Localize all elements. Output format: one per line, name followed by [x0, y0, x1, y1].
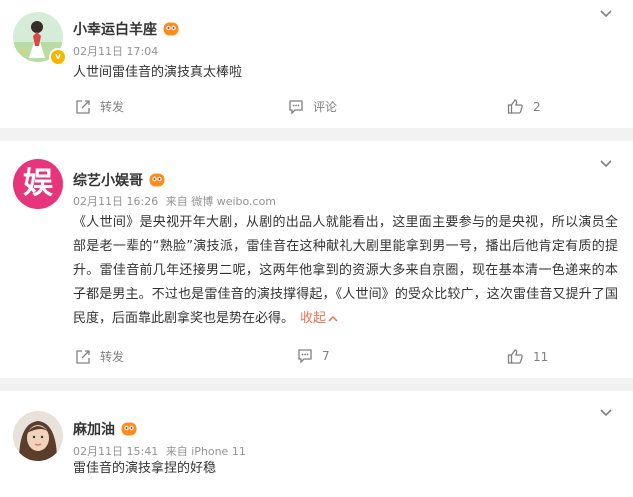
username-text[interactable]: 小幸运白羊座: [73, 19, 157, 39]
post-date: 02月11日 17:04: [73, 45, 159, 58]
comment-icon: [298, 349, 312, 364]
thumbs-up-icon: [507, 349, 523, 364]
avatar[interactable]: [13, 411, 63, 461]
forward-button[interactable]: 转发: [75, 348, 124, 365]
post-date: 02月11日 16:26: [73, 195, 159, 208]
forward-label: 转发: [100, 350, 125, 364]
forward-icon: [76, 99, 90, 114]
thumbs-up-icon: [507, 99, 523, 114]
comment-text: 《人世间》是央视开年大剧，从剧的出品人就能看出，这里面主要参与的是央视，所以演员…: [73, 211, 618, 331]
comment-count: 7: [322, 349, 330, 363]
avatar[interactable]: 娱: [13, 159, 63, 209]
comment-text: 人世间雷佳音的演技真太棒啦: [73, 65, 243, 80]
comment-card: v 小幸运白羊座 02月11日 17:04 人世间雷佳音的演技真太棒啦 转发 评…: [0, 0, 633, 128]
avatar-glyph: 娱: [23, 166, 53, 201]
chevron-down-icon[interactable]: [598, 156, 614, 172]
chevron-down-icon[interactable]: [598, 6, 614, 22]
comment-body: 《人世间》是央视开年大剧，从剧的出品人就能看出，这里面主要参与的是央视，所以演员…: [73, 215, 618, 326]
collapse-link[interactable]: 收起: [300, 311, 338, 326]
forward-icon: [76, 349, 90, 364]
comment-card: 麻加油 02月11日 15:41 来自 iPhone 11 雷佳音的演技拿捏的好…: [0, 391, 633, 497]
action-bar: 转发 7 11: [0, 348, 633, 370]
comment-text: 雷佳音的演技拿捏的好稳: [73, 461, 217, 476]
comment-button[interactable]: 7: [297, 348, 330, 364]
like-button[interactable]: 2: [507, 98, 541, 115]
like-button[interactable]: 11: [507, 348, 548, 365]
username-text[interactable]: 综艺小娱哥: [73, 170, 143, 190]
vip-badge-icon: [121, 422, 137, 436]
username[interactable]: 麻加油: [73, 419, 137, 439]
action-bar: 转发 评论 2: [0, 98, 633, 120]
comment-label: 评论: [313, 100, 338, 114]
vip-badge-icon: [163, 22, 179, 36]
username-text[interactable]: 麻加油: [73, 419, 115, 439]
comment-button[interactable]: 评论: [288, 98, 337, 115]
username[interactable]: 小幸运白羊座: [73, 19, 179, 39]
vip-badge-icon: [149, 173, 165, 187]
forward-label: 转发: [100, 100, 125, 114]
username[interactable]: 综艺小娱哥: [73, 170, 165, 190]
post-meta: 02月11日 16:26 来自 微博 weibo.com: [73, 193, 276, 209]
like-count: 11: [533, 349, 549, 364]
verified-badge-icon: v: [49, 48, 67, 66]
forward-button[interactable]: 转发: [75, 98, 124, 115]
comment-icon: [289, 99, 303, 115]
like-count: 2: [533, 99, 541, 114]
post-meta: 02月11日 17:04: [73, 43, 158, 59]
post-source: 来自 微博 weibo.com: [165, 195, 277, 208]
comment-card: 娱 综艺小娱哥 02月11日 16:26 来自 微博 weibo.com 《人世…: [0, 141, 633, 378]
collapse-label: 收起: [300, 311, 327, 326]
chevron-up-icon: [328, 315, 338, 322]
chevron-down-icon[interactable]: [598, 405, 614, 421]
